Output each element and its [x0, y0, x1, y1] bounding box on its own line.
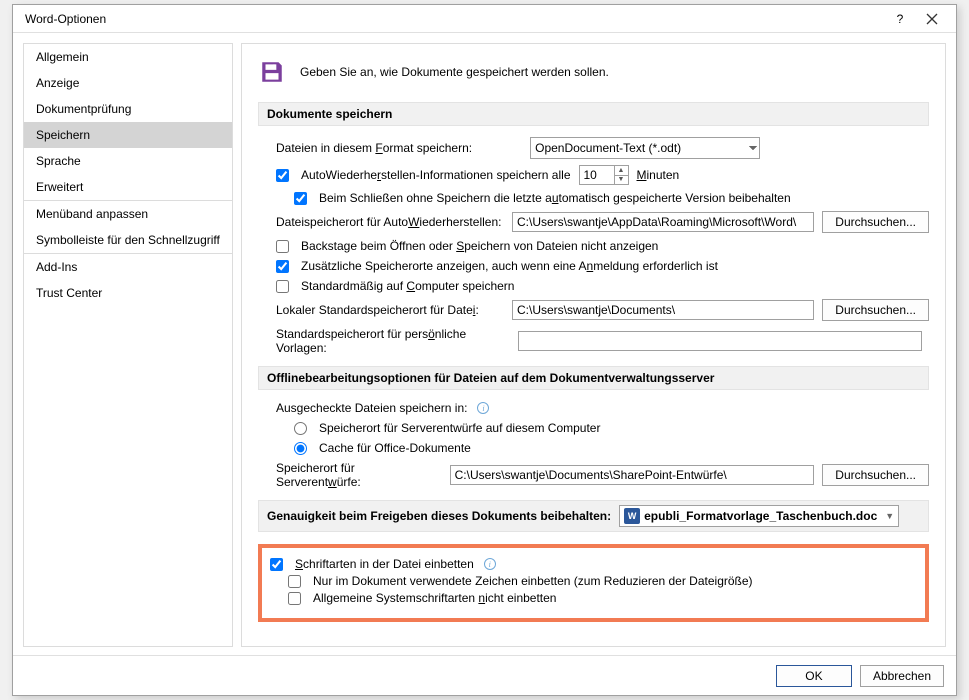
default-computer-checkbox[interactable] — [276, 280, 289, 293]
fidelity-doc-select[interactable]: W epubli_Formatvorlage_Taschenbuch.doc ▼ — [619, 505, 899, 527]
embed-fonts-highlight: Schriftarten in der Datei einbetten i Nu… — [258, 544, 929, 622]
row-embed-fonts: Schriftarten in der Datei einbetten i — [270, 557, 913, 571]
autorecover-minutes-spinner[interactable]: 10 ▲▼ — [579, 165, 629, 185]
section-fidelity-header: Genauigkeit beim Freigeben dieses Dokume… — [258, 500, 929, 532]
row-checked-out: Ausgecheckte Dateien speichern in: i — [276, 401, 929, 415]
radio-server-drafts[interactable] — [294, 422, 307, 435]
autorecover-path-input[interactable] — [512, 212, 814, 232]
autorecover-minutes-value: 10 — [580, 166, 614, 184]
titlebar: Word-Optionen ? — [13, 5, 956, 33]
nav-item-advanced[interactable]: Erweitert — [24, 174, 232, 200]
section-offline-header: Offlinebearbeitungsoptionen für Dateien … — [258, 366, 929, 390]
autorecover-label: AutoWiederherstellen-Informationen speic… — [301, 168, 571, 182]
radio-office-cache[interactable] — [294, 442, 307, 455]
extra-locations-label: Zusätzliche Speicherorte anzeigen, auch … — [301, 259, 718, 273]
nav-item-save[interactable]: Speichern — [24, 122, 232, 148]
nav-item-language[interactable]: Sprache — [24, 148, 232, 174]
info-icon[interactable]: i — [484, 558, 496, 570]
server-drafts-input[interactable] — [450, 465, 815, 485]
row-radio-server: Speicherort für Serverentwürfe auf diese… — [294, 421, 929, 435]
radio-cache-label: Cache für Office-Dokumente — [319, 441, 471, 455]
row-radio-cache: Cache für Office-Dokumente — [294, 441, 929, 455]
row-format: Dateien in diesem Format speichern: Open… — [276, 137, 929, 159]
default-computer-label: Standardmäßig auf Computer speichern — [301, 279, 514, 293]
page-header: Geben Sie an, wie Dokumente gespeichert … — [258, 58, 929, 86]
ok-button[interactable]: OK — [776, 665, 852, 687]
checked-out-label: Ausgecheckte Dateien speichern in: — [276, 401, 467, 415]
browse-default-local-button[interactable]: Durchsuchen... — [822, 299, 929, 321]
minutes-label: Minuten — [637, 168, 680, 182]
close-icon — [926, 13, 938, 25]
autorecover-checkbox[interactable] — [276, 169, 289, 182]
options-dialog: Word-Optionen ? Allgemein Anzeige Dokume… — [12, 4, 957, 696]
fidelity-title: Genauigkeit beim Freigeben dieses Dokume… — [267, 509, 611, 523]
personal-templates-input[interactable] — [518, 331, 922, 351]
format-label: Dateien in diesem Format speichern: — [276, 141, 472, 155]
row-no-backstage: Backstage beim Öffnen oder Speichern von… — [276, 239, 929, 253]
row-only-used: Nur im Dokument verwendete Zeichen einbe… — [288, 574, 913, 588]
no-system-label: Allgemeine Systemschriftarten nicht einb… — [313, 591, 556, 605]
nav-item-general[interactable]: Allgemein — [24, 44, 232, 70]
radio-server-label: Speicherort für Serverentwürfe auf diese… — [319, 421, 600, 435]
row-default-computer: Standardmäßig auf Computer speichern — [276, 279, 929, 293]
format-select[interactable]: OpenDocument-Text (*.odt) — [530, 137, 760, 159]
nav-item-display[interactable]: Anzeige — [24, 70, 232, 96]
embed-fonts-checkbox[interactable] — [270, 558, 283, 571]
dialog-title: Word-Optionen — [25, 12, 884, 26]
section-save-header: Dokumente speichern — [258, 102, 929, 126]
extra-locations-checkbox[interactable] — [276, 260, 289, 273]
row-autorecover: AutoWiederherstellen-Informationen speic… — [276, 165, 929, 185]
no-backstage-label: Backstage beim Öffnen oder Speichern von… — [301, 239, 658, 253]
no-system-checkbox[interactable] — [288, 592, 301, 605]
row-keep-last: Beim Schließen ohne Speichern die letzte… — [294, 191, 929, 205]
default-local-input[interactable] — [512, 300, 814, 320]
dialog-footer: OK Abbrechen — [13, 655, 956, 695]
row-default-local: Lokaler Standardspeicherort für Datei: D… — [276, 299, 929, 321]
main-panel: Geben Sie an, wie Dokumente gespeichert … — [241, 43, 946, 647]
row-personal-templates: Standardspeicherort für persönliche Vorl… — [276, 327, 929, 355]
question-icon: ? — [897, 12, 904, 26]
nav-sidebar: Allgemein Anzeige Dokumentprüfung Speich… — [23, 43, 233, 647]
fidelity-doc-value: epubli_Formatvorlage_Taschenbuch.doc — [644, 509, 877, 523]
nav-item-quickaccess[interactable]: Symbolleiste für den Schnellzugriff — [24, 227, 232, 253]
nav-item-proofing[interactable]: Dokumentprüfung — [24, 96, 232, 122]
page-header-text: Geben Sie an, wie Dokumente gespeichert … — [300, 65, 609, 79]
embed-fonts-label: Schriftarten in der Datei einbetten — [295, 557, 474, 571]
cancel-button[interactable]: Abbrechen — [860, 665, 944, 687]
default-local-label: Lokaler Standardspeicherort für Datei: — [276, 303, 504, 317]
nav-item-ribbon[interactable]: Menüband anpassen — [24, 201, 232, 227]
row-extra-locations: Zusätzliche Speicherorte anzeigen, auch … — [276, 259, 929, 273]
keep-last-checkbox[interactable] — [294, 192, 307, 205]
row-no-system: Allgemeine Systemschriftarten nicht einb… — [288, 591, 913, 605]
word-doc-icon: W — [624, 508, 640, 524]
autorecover-path-label: Dateispeicherort für AutoWiederherstelle… — [276, 215, 504, 229]
close-button[interactable] — [916, 7, 948, 31]
spinner-buttons[interactable]: ▲▼ — [614, 166, 628, 184]
browse-autorecover-button[interactable]: Durchsuchen... — [822, 211, 929, 233]
nav-item-trustcenter[interactable]: Trust Center — [24, 280, 232, 306]
server-drafts-label: Speicherort für Serverentwürfe: — [276, 461, 442, 489]
row-server-drafts: Speicherort für Serverentwürfe: Durchsuc… — [276, 461, 929, 489]
no-backstage-checkbox[interactable] — [276, 240, 289, 253]
info-icon[interactable]: i — [477, 402, 489, 414]
row-autorecover-path: Dateispeicherort für AutoWiederherstelle… — [276, 211, 929, 233]
dialog-body: Allgemein Anzeige Dokumentprüfung Speich… — [13, 33, 956, 651]
save-icon — [258, 58, 286, 86]
personal-templates-label: Standardspeicherort für persönliche Vorl… — [276, 327, 510, 355]
only-used-checkbox[interactable] — [288, 575, 301, 588]
help-button[interactable]: ? — [884, 7, 916, 31]
chevron-down-icon: ▼ — [885, 511, 894, 521]
keep-last-label: Beim Schließen ohne Speichern die letzte… — [319, 191, 791, 205]
browse-server-drafts-button[interactable]: Durchsuchen... — [822, 464, 929, 486]
only-used-label: Nur im Dokument verwendete Zeichen einbe… — [313, 574, 753, 588]
nav-item-addins[interactable]: Add-Ins — [24, 254, 232, 280]
